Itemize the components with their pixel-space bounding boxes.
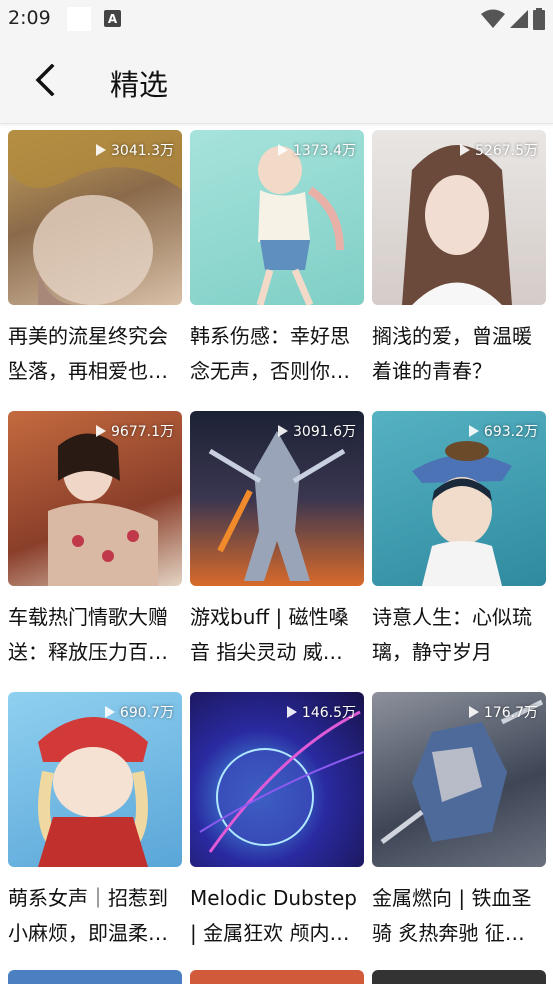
wifi-icon bbox=[481, 9, 505, 28]
play-icon bbox=[286, 706, 297, 718]
playlist-cover-peek[interactable] bbox=[8, 970, 182, 984]
play-count-value: 5267.5万 bbox=[475, 143, 538, 159]
play-count: 146.5万 bbox=[286, 702, 356, 722]
playlist-title[interactable]: 韩系伤感：幸好思念无声，否则你… bbox=[190, 319, 364, 391]
play-count-value: 690.7万 bbox=[119, 705, 174, 721]
next-row-peek bbox=[8, 970, 546, 984]
back-button[interactable] bbox=[25, 58, 65, 102]
play-icon bbox=[468, 425, 479, 437]
playlist-card[interactable]: 3041.3万 再美的流星终究会坠落，再相爱也… bbox=[8, 130, 182, 411]
play-icon bbox=[96, 144, 106, 156]
page-title: 精选 bbox=[110, 68, 169, 102]
status-icons bbox=[481, 8, 545, 30]
play-icon bbox=[278, 144, 288, 156]
playlist-card[interactable]: 3091.6万 游戏buff | 磁性嗓音 指尖灵动 威… bbox=[190, 411, 364, 692]
playlist-card[interactable]: 176.7万 金属燃向 | 铁血圣骑 炙热奔驰 征… bbox=[372, 692, 546, 973]
playlist-cover[interactable]: 693.2万 bbox=[372, 411, 546, 586]
playlist-title[interactable]: 车载热门情歌大赠送：释放压力百… bbox=[8, 600, 182, 672]
play-count-value: 3091.6万 bbox=[293, 424, 356, 440]
playlist-cover[interactable]: 176.7万 bbox=[372, 692, 546, 867]
play-count: 3091.6万 bbox=[278, 421, 356, 441]
a-notification-icon: A bbox=[104, 10, 121, 27]
play-icon bbox=[96, 425, 106, 437]
play-icon bbox=[104, 706, 115, 718]
playlist-cover[interactable]: 146.5万 bbox=[190, 692, 364, 867]
playlist-cover[interactable]: 5267.5万 bbox=[372, 130, 546, 305]
signal-icon bbox=[510, 10, 528, 28]
play-count: 690.7万 bbox=[104, 702, 174, 722]
playlist-card[interactable]: 9677.1万 车载热门情歌大赠送：释放压力百… bbox=[8, 411, 182, 692]
playlist-title[interactable]: 游戏buff | 磁性嗓音 指尖灵动 威… bbox=[190, 600, 364, 672]
play-count-value: 9677.1万 bbox=[111, 424, 174, 440]
play-count-value: 3041.3万 bbox=[111, 143, 174, 159]
app-bar: 精选 bbox=[0, 38, 553, 124]
playlist-title[interactable]: 诗意人生：心似琉璃，静守岁月 bbox=[372, 600, 546, 672]
playlist-grid: 3041.3万 再美的流星终究会坠落，再相爱也… 1373.4万 韩系伤感：幸好… bbox=[8, 130, 553, 973]
play-count: 1373.4万 bbox=[278, 140, 356, 160]
notification-icon bbox=[67, 7, 91, 31]
playlist-title[interactable]: 金属燃向 | 铁血圣骑 炙热奔驰 征… bbox=[372, 881, 546, 953]
playlist-title[interactable]: 搁浅的爱，曾温暖着谁的青春？ bbox=[372, 319, 546, 391]
playlist-cover-peek[interactable] bbox=[190, 970, 364, 984]
play-count: 5267.5万 bbox=[460, 140, 538, 160]
playlist-cover[interactable]: 3041.3万 bbox=[8, 130, 182, 305]
playlist-card[interactable]: 146.5万 Melodic Dubstep | 金属狂欢 颅内… bbox=[190, 692, 364, 973]
play-count: 3041.3万 bbox=[96, 140, 174, 160]
status-time: 2:09 bbox=[8, 7, 51, 29]
playlist-card[interactable]: 693.2万 诗意人生：心似琉璃，静守岁月 bbox=[372, 411, 546, 692]
playlist-card[interactable]: 690.7万 萌系女声｜招惹到小麻烦，即温柔… bbox=[8, 692, 182, 973]
play-icon bbox=[278, 425, 288, 437]
play-count-value: 1373.4万 bbox=[293, 143, 356, 159]
play-count: 693.2万 bbox=[468, 421, 538, 441]
playlist-cover[interactable]: 1373.4万 bbox=[190, 130, 364, 305]
play-icon bbox=[468, 706, 479, 718]
status-bar: 2:09 A bbox=[0, 0, 553, 38]
playlist-card[interactable]: 5267.5万 搁浅的爱，曾温暖着谁的青春？ bbox=[372, 130, 546, 411]
play-icon bbox=[460, 144, 470, 156]
play-count-value: 146.5万 bbox=[301, 705, 356, 721]
play-count-value: 176.7万 bbox=[483, 705, 538, 721]
back-arrow-icon bbox=[35, 64, 55, 96]
playlist-cover[interactable]: 690.7万 bbox=[8, 692, 182, 867]
playlist-card[interactable]: 1373.4万 韩系伤感：幸好思念无声，否则你… bbox=[190, 130, 364, 411]
playlist-cover[interactable]: 3091.6万 bbox=[190, 411, 364, 586]
play-count: 176.7万 bbox=[468, 702, 538, 722]
playlist-title[interactable]: Melodic Dubstep | 金属狂欢 颅内… bbox=[190, 881, 364, 953]
battery-icon bbox=[533, 8, 545, 30]
playlist-cover-peek[interactable] bbox=[372, 970, 546, 984]
play-count-value: 693.2万 bbox=[483, 424, 538, 440]
playlist-cover[interactable]: 9677.1万 bbox=[8, 411, 182, 586]
playlist-title[interactable]: 萌系女声｜招惹到小麻烦，即温柔… bbox=[8, 881, 182, 953]
playlist-title[interactable]: 再美的流星终究会坠落，再相爱也… bbox=[8, 319, 182, 391]
play-count: 9677.1万 bbox=[96, 421, 174, 441]
